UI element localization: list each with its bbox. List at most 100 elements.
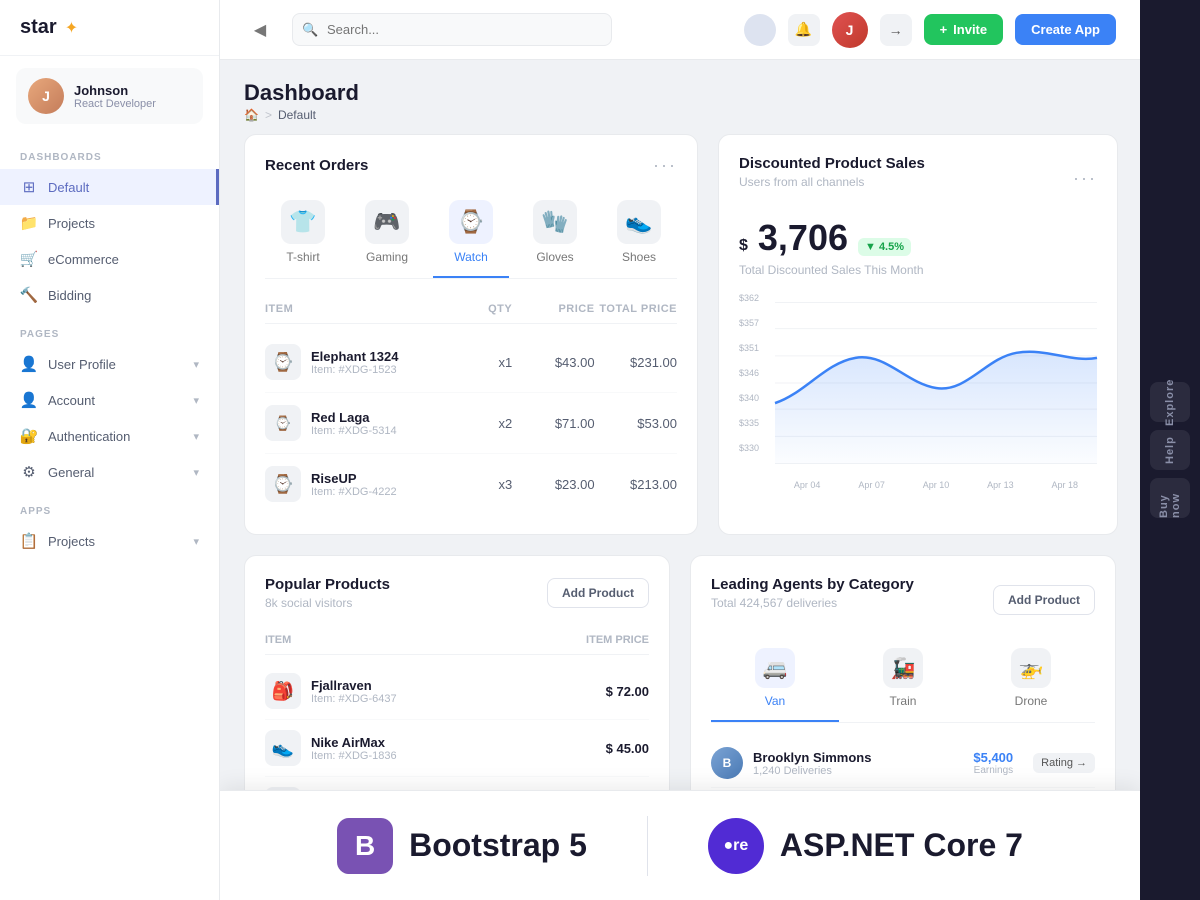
table-row: ⌚ Elephant 1324 Item: #XDG-1523 x1 $43.0… — [265, 332, 677, 393]
sidebar-item-label: Projects — [48, 534, 95, 549]
card-menu-button[interactable]: ··· — [653, 155, 677, 176]
search-bar: 🔍 — [292, 13, 612, 46]
sidebar-item-account[interactable]: 👤 Account ▾ — [0, 382, 219, 418]
chevron-down-icon: ▾ — [193, 430, 199, 443]
popular-products-subtitle: 8k social visitors — [265, 596, 390, 610]
sidebar-item-bidding[interactable]: 🔨 Bidding — [0, 277, 219, 313]
chart-area: $362 $357 $351 $346 $340 $335 $330 — [739, 293, 1097, 473]
drone-icon: 🚁 — [1011, 648, 1051, 688]
user-profile-card[interactable]: J Johnson React Developer — [16, 68, 203, 124]
topbar-user-avatar[interactable]: J — [832, 12, 868, 48]
chart-x-labels: Apr 04 Apr 07 Apr 10 Apr 13 Apr 18 — [775, 480, 1097, 490]
item-image: ⌚ — [265, 466, 301, 502]
collapse-sidebar-button[interactable]: ◀ — [244, 14, 276, 46]
bootstrap-banner: B Bootstrap 5 — [337, 818, 587, 874]
agent-avatar: B — [711, 747, 743, 779]
sidebar-item-projects[interactable]: 📁 Projects — [0, 205, 219, 241]
sidebar: star ✦ J Johnson React Developer DASHBOA… — [0, 0, 220, 900]
tab-drone[interactable]: 🚁 Drone — [967, 640, 1095, 722]
shoes-icon: 👟 — [617, 200, 661, 244]
orders-table: ITEM QTY PRICE TOTAL PRICE ⌚ Elephant 13… — [265, 295, 677, 514]
sidebar-item-apps-projects[interactable]: 📋 Projects ▾ — [0, 523, 219, 559]
sales-amount: $ 3,706 ▼ 4.5% — [739, 217, 1097, 259]
products-table-header: ITEM ITEM PRICE — [265, 626, 649, 655]
tab-watch[interactable]: ⌚ Watch — [433, 192, 509, 278]
topbar-avatar-gray — [744, 14, 776, 46]
item-image: ⌚ — [265, 344, 301, 380]
aspnet-banner: ●re ASP.NET Core 7 — [708, 818, 1023, 874]
sidebar-item-default[interactable]: ⊞ Default — [0, 169, 219, 205]
right-panel: Explore Help Buy now — [1140, 0, 1200, 900]
create-app-button[interactable]: Create App — [1015, 14, 1116, 45]
tab-train[interactable]: 🚂 Train — [839, 640, 967, 722]
help-button[interactable]: Help — [1150, 430, 1190, 470]
recent-orders-title: Recent Orders — [265, 157, 368, 174]
search-input[interactable] — [292, 13, 612, 46]
sidebar-item-label: Account — [48, 393, 95, 408]
user-icon: 👤 — [20, 355, 38, 373]
page-header: Dashboard 🏠 > Default — [220, 60, 1140, 134]
item-image: ⌚ — [265, 405, 301, 441]
sidebar-item-authentication[interactable]: 🔐 Authentication ▾ — [0, 418, 219, 454]
amount-label: Total Discounted Sales This Month — [739, 263, 1097, 277]
breadcrumb-current: Default — [278, 108, 316, 122]
chevron-down-icon: ▾ — [193, 394, 199, 407]
chevron-down-icon: ▾ — [193, 535, 199, 548]
tab-van[interactable]: 🚐 Van — [711, 640, 839, 722]
notification-button[interactable]: 🔔 — [788, 14, 820, 46]
sidebar-item-label: User Profile — [48, 357, 116, 372]
sidebar-item-user-profile[interactable]: 👤 User Profile ▾ — [0, 346, 219, 382]
add-product-button-agents[interactable]: Add Product — [993, 585, 1095, 615]
home-icon: 🏠 — [244, 108, 259, 122]
tab-gaming[interactable]: 🎮 Gaming — [349, 192, 425, 278]
sales-subtitle: Users from all channels — [739, 175, 925, 189]
lock-icon: 🔐 — [20, 427, 38, 445]
main-area: ◀ 🔍 🔔 J → + Invite Create App Dashboard — [220, 0, 1140, 900]
arrow-right-button[interactable]: → — [880, 14, 912, 46]
chart-y-labels: $362 $357 $351 $346 $340 $335 $330 — [739, 293, 775, 473]
category-tabs: 👕 T-shirt 🎮 Gaming ⌚ Watch 🧤 — [265, 192, 677, 279]
tab-gloves[interactable]: 🧤 Gloves — [517, 192, 593, 278]
list-item: 🎒 Fjallraven Item: #XDG-6437 $ 72.00 — [265, 663, 649, 720]
explore-button[interactable]: Explore — [1150, 382, 1190, 422]
folder-icon: 📁 — [20, 214, 38, 232]
avatar: J — [28, 78, 64, 114]
hammer-icon: 🔨 — [20, 286, 38, 304]
logo-star-icon: ✦ — [65, 18, 78, 38]
tshirt-icon: 👕 — [281, 200, 325, 244]
tab-tshirt[interactable]: 👕 T-shirt — [265, 192, 341, 278]
sidebar-item-label: Default — [48, 180, 89, 195]
invite-button[interactable]: + Invite — [924, 14, 1004, 45]
logo: star ✦ — [0, 0, 219, 56]
card-menu-button[interactable]: ··· — [1073, 168, 1097, 189]
table-row: ⌚ Red Laga Item: #XDG-5314 x2 $71.00 $53… — [265, 393, 677, 454]
rating-button[interactable]: Rating → — [1033, 753, 1095, 773]
popular-products-title: Popular Products — [265, 576, 390, 593]
cart-icon: 🛒 — [20, 250, 38, 268]
amount-badge: ▼ 4.5% — [858, 238, 911, 256]
product-price: $ 72.00 — [521, 684, 649, 699]
search-icon: 🔍 — [302, 22, 318, 38]
chevron-down-icon: ▾ — [193, 358, 199, 371]
clipboard-icon: 📋 — [20, 532, 38, 550]
agent-stats: $5,400 Earnings — [973, 750, 1013, 776]
sidebar-item-label: General — [48, 465, 94, 480]
product-image: 👟 — [265, 730, 301, 766]
sidebar-item-ecommerce[interactable]: 🛒 eCommerce — [0, 241, 219, 277]
card-header: Leading Agents by Category Total 424,567… — [711, 576, 1095, 624]
user-info: Johnson React Developer — [74, 83, 156, 110]
product-image: 🎒 — [265, 673, 301, 709]
gear-icon: ⚙ — [20, 463, 38, 481]
gaming-icon: 🎮 — [365, 200, 409, 244]
buy-now-button[interactable]: Buy now — [1150, 478, 1190, 518]
add-product-button[interactable]: Add Product — [547, 578, 649, 608]
tab-shoes[interactable]: 👟 Shoes — [601, 192, 677, 278]
banner-divider — [647, 816, 648, 876]
van-icon: 🚐 — [755, 648, 795, 688]
sidebar-item-general[interactable]: ⚙ General ▾ — [0, 454, 219, 490]
train-icon: 🚂 — [883, 648, 923, 688]
topbar: ◀ 🔍 🔔 J → + Invite Create App — [220, 0, 1140, 60]
account-icon: 👤 — [20, 391, 38, 409]
plus-icon: + — [940, 22, 948, 37]
sidebar-item-label: Authentication — [48, 429, 130, 444]
